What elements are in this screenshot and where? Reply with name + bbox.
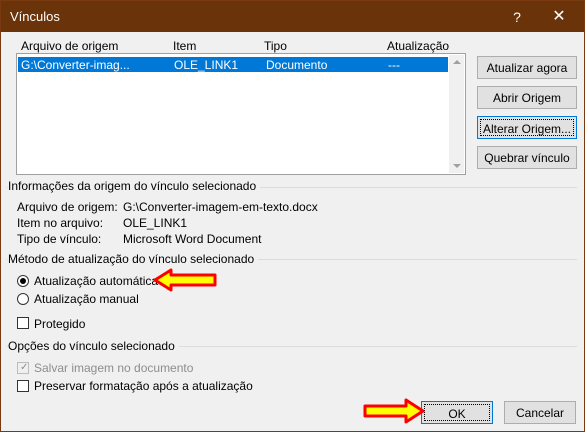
dialog-title: Vínculos	[10, 9, 60, 24]
column-header-item[interactable]: Item	[173, 39, 196, 53]
automatic-update-radio[interactable]	[17, 275, 29, 287]
title-bar: Vínculos ? ✕	[1, 1, 584, 32]
source-file-value: G:\Converter-imagem-em-texto.docx	[123, 200, 318, 214]
row-type: Documento	[266, 58, 328, 72]
help-icon[interactable]: ?	[499, 5, 535, 29]
row-item: OLE_LINK1	[174, 58, 239, 72]
annotation-arrow-right-icon	[363, 398, 425, 424]
open-source-button[interactable]: Abrir Origem	[477, 86, 577, 109]
ok-label: OK	[424, 404, 490, 421]
scroll-down-icon[interactable]	[453, 164, 461, 168]
save-picture-checkbox: ✓	[17, 362, 29, 374]
column-header-source[interactable]: Arquivo de origem	[21, 39, 118, 53]
annotation-arrow-left-icon	[153, 268, 217, 292]
ok-button[interactable]: OK	[421, 401, 493, 424]
change-source-button[interactable]: Alterar Origem...	[477, 116, 577, 139]
item-label: Item no arquivo:	[17, 216, 104, 230]
source-file-label: Arquivo de origem:	[17, 200, 118, 214]
manual-update-label[interactable]: Atualização manual	[34, 292, 139, 306]
radio-selected-dot	[20, 278, 26, 284]
cancel-button[interactable]: Cancelar	[504, 401, 576, 424]
change-source-label: Alterar Origem...	[480, 119, 574, 136]
table-row[interactable]: G:\Converter-imag... OLE_LINK1 Documento…	[18, 57, 448, 72]
update-method-heading: Método de atualização do vínculo selecio…	[8, 252, 259, 266]
source-info-heading: Informações da origem do vínculo selecio…	[8, 179, 261, 193]
column-header-type[interactable]: Tipo	[264, 39, 287, 53]
preserve-formatting-label[interactable]: Preservar formatação após a atualização	[34, 379, 253, 393]
update-now-button[interactable]: Atualizar agora	[477, 56, 577, 79]
scroll-up-icon[interactable]	[453, 60, 461, 64]
row-update: ---	[388, 58, 400, 72]
break-link-button[interactable]: Quebrar vínculo	[477, 146, 577, 169]
locked-label[interactable]: Protegido	[34, 317, 85, 331]
list-scrollbar[interactable]	[449, 55, 464, 173]
row-source: G:\Converter-imag...	[21, 58, 130, 72]
save-picture-label: Salvar imagem no documento	[34, 361, 194, 375]
item-value: OLE_LINK1	[123, 216, 188, 230]
checkmark-icon: ✓	[20, 362, 29, 373]
manual-update-radio[interactable]	[17, 293, 29, 305]
link-type-label: Tipo de vínculo:	[17, 232, 102, 246]
links-list[interactable]: G:\Converter-imag... OLE_LINK1 Documento…	[16, 53, 466, 175]
link-options-heading: Opções do vínculo selecionado	[8, 339, 179, 353]
links-dialog: Vínculos ? ✕ Arquivo de origem Item Tipo…	[0, 0, 585, 432]
locked-checkbox[interactable]	[17, 317, 29, 329]
preserve-formatting-checkbox[interactable]	[17, 380, 29, 392]
close-icon[interactable]: ✕	[541, 5, 577, 29]
column-header-update[interactable]: Atualização	[387, 39, 449, 53]
automatic-update-label[interactable]: Atualização automática	[34, 274, 158, 288]
link-type-value: Microsoft Word Document	[123, 232, 262, 246]
